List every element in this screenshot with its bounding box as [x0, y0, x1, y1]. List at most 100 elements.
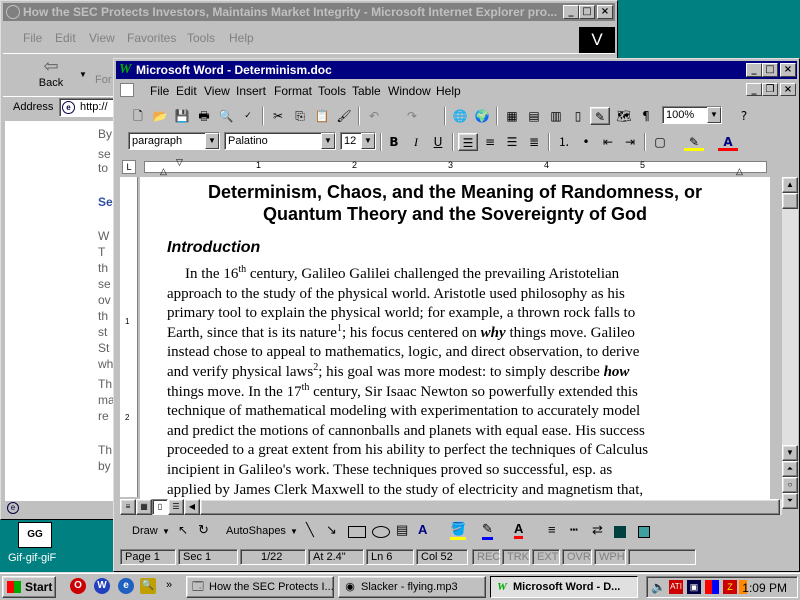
ie-menu-view[interactable]: View: [89, 31, 115, 45]
previous-page-icon[interactable]: ⏶: [782, 461, 798, 477]
draw-menu-button[interactable]: Draw: [132, 525, 158, 537]
borders-icon[interactable]: ▢: [650, 133, 670, 151]
line-icon[interactable]: ╲: [306, 522, 314, 538]
dash-style-icon[interactable]: ┅: [570, 522, 578, 538]
doc-restore-button[interactable]: ❐: [762, 83, 778, 96]
text-box-icon[interactable]: ▤: [396, 522, 408, 538]
ie-quicklaunch-icon[interactable]: e: [118, 578, 134, 594]
paste-icon[interactable]: 📋: [312, 107, 332, 125]
ie-close-button[interactable]: ×: [597, 5, 613, 19]
zoom-select[interactable]: 100% ▼: [662, 106, 722, 124]
3d-icon[interactable]: [638, 526, 650, 538]
drawing-icon[interactable]: ✎: [590, 107, 610, 125]
word-title-bar[interactable]: W Microsoft Word - Determinism.doc: [116, 61, 797, 79]
bullets-icon[interactable]: •: [576, 133, 596, 151]
justify-icon[interactable]: ≣: [524, 133, 544, 151]
word-close-button[interactable]: ×: [780, 63, 796, 77]
status-trk[interactable]: TRK: [502, 549, 530, 565]
left-indent-marker[interactable]: △: [160, 166, 167, 177]
arrow-style-icon[interactable]: ⇄: [592, 522, 603, 538]
ie-title-bar[interactable]: How the SEC Protects Investors, Maintain…: [3, 3, 615, 21]
scroll-thumb[interactable]: [200, 499, 780, 515]
select-browse-object-icon[interactable]: ○: [782, 477, 798, 493]
font-color-icon[interactable]: A: [514, 521, 524, 539]
status-rec[interactable]: REC: [472, 549, 500, 565]
flag-icon[interactable]: [705, 580, 719, 594]
next-page-icon[interactable]: ⏷: [782, 493, 798, 509]
columns-icon[interactable]: ▯: [568, 107, 588, 125]
cut-icon[interactable]: ✂: [268, 107, 288, 125]
right-indent-marker[interactable]: △: [736, 166, 743, 177]
desktop-icon-label[interactable]: Gif-gif-giF: [8, 552, 56, 564]
opera-icon[interactable]: O: [70, 578, 86, 594]
ie-minimize-button[interactable]: _: [563, 5, 579, 19]
word-menu-window[interactable]: Window: [388, 84, 431, 98]
doc-close-button[interactable]: ×: [780, 83, 796, 96]
align-left-icon[interactable]: ☰: [458, 133, 478, 151]
print-preview-icon[interactable]: 🔍: [216, 107, 236, 125]
bold-button[interactable]: B: [384, 133, 404, 151]
volume-icon[interactable]: 🔈: [651, 580, 666, 594]
rectangle-icon[interactable]: [348, 526, 366, 538]
forward-button[interactable]: For: [95, 74, 112, 86]
style-select[interactable]: paragraph ▼: [128, 132, 220, 150]
format-painter-icon[interactable]: 🖌: [334, 107, 354, 125]
align-right-icon[interactable]: ☰: [502, 133, 522, 151]
web-layout-view-icon[interactable]: ▦: [136, 499, 152, 515]
horizontal-scrollbar[interactable]: ≡ ▦ ▯ ☰ ◀: [120, 499, 782, 515]
word-menu-view[interactable]: View: [204, 84, 230, 98]
task-ie[interactable]: 🗔 How the SEC Protects I...: [186, 576, 334, 598]
tray-app-icon[interactable]: Z: [723, 580, 737, 594]
line-color-icon[interactable]: ✎: [482, 521, 493, 540]
task-word[interactable]: W Microsoft Word - D...: [490, 576, 638, 598]
start-button[interactable]: Start: [2, 576, 56, 598]
word-menu-table[interactable]: Table: [352, 84, 381, 98]
autoshapes-menu-button[interactable]: AutoShapes: [226, 525, 286, 537]
undo-icon[interactable]: ↶: [364, 107, 384, 125]
doc-minimize-button[interactable]: _: [746, 83, 762, 96]
outline-view-icon[interactable]: ☰: [168, 499, 184, 515]
wordart-icon[interactable]: A: [418, 522, 427, 537]
word-menu-tools[interactable]: Tools: [318, 84, 346, 98]
ie-menu-help[interactable]: Help: [229, 31, 254, 45]
select-objects-icon[interactable]: ↖: [178, 523, 188, 537]
document-map-icon[interactable]: 🗺: [614, 107, 634, 125]
ie-menu-file[interactable]: File: [23, 31, 42, 45]
fill-color-icon[interactable]: 🪣: [450, 521, 467, 540]
print-layout-view-icon[interactable]: ▯: [152, 499, 168, 515]
tables-borders-icon[interactable]: ▦: [502, 107, 522, 125]
font-size-select[interactable]: 12 ▼: [340, 132, 376, 150]
first-line-indent-marker[interactable]: ▽: [176, 157, 183, 168]
ie-menu-tools[interactable]: Tools: [187, 31, 215, 45]
underline-button[interactable]: U: [428, 133, 448, 151]
increase-indent-icon[interactable]: ⇥: [620, 133, 640, 151]
decrease-indent-icon[interactable]: ⇤: [598, 133, 618, 151]
insert-excel-icon[interactable]: ▥: [546, 107, 566, 125]
status-ext[interactable]: EXT: [532, 549, 560, 565]
word-menu-file[interactable]: File: [150, 84, 169, 98]
document-page[interactable]: Determinism, Chaos, and the Meaning of R…: [140, 177, 770, 499]
back-dropdown-icon[interactable]: ▼: [79, 70, 87, 79]
ie-maximize-button[interactable]: □: [579, 5, 595, 19]
free-rotate-icon[interactable]: ↻: [198, 522, 209, 538]
shadow-icon[interactable]: [614, 526, 626, 538]
scroll-down-icon[interactable]: ▼: [782, 445, 798, 461]
display-icon[interactable]: ▣: [687, 580, 701, 594]
italic-button[interactable]: I: [406, 133, 426, 151]
search-icon[interactable]: 🔍: [140, 578, 156, 594]
word-window[interactable]: W Microsoft Word - Determinism.doc _ □ ×…: [113, 58, 800, 572]
word-menu-insert[interactable]: Insert: [236, 84, 266, 98]
numbering-icon[interactable]: ⒈: [554, 133, 574, 151]
insert-table-icon[interactable]: ▤: [524, 107, 544, 125]
normal-view-icon[interactable]: ≡: [120, 499, 136, 515]
redo-icon[interactable]: ↷: [402, 107, 422, 125]
word-menu-edit[interactable]: Edit: [176, 84, 197, 98]
tab-selector-icon[interactable]: L: [122, 160, 136, 174]
oval-icon[interactable]: [372, 526, 390, 538]
line-style-icon[interactable]: ≡: [548, 522, 556, 537]
ie-menu-edit[interactable]: Edit: [55, 31, 76, 45]
word-menu-format[interactable]: Format: [274, 84, 312, 98]
print-icon[interactable]: 🖶: [194, 107, 214, 125]
web-toolbar-icon[interactable]: 🌍: [472, 107, 492, 125]
back-button[interactable]: ⇦ Back: [23, 56, 79, 94]
